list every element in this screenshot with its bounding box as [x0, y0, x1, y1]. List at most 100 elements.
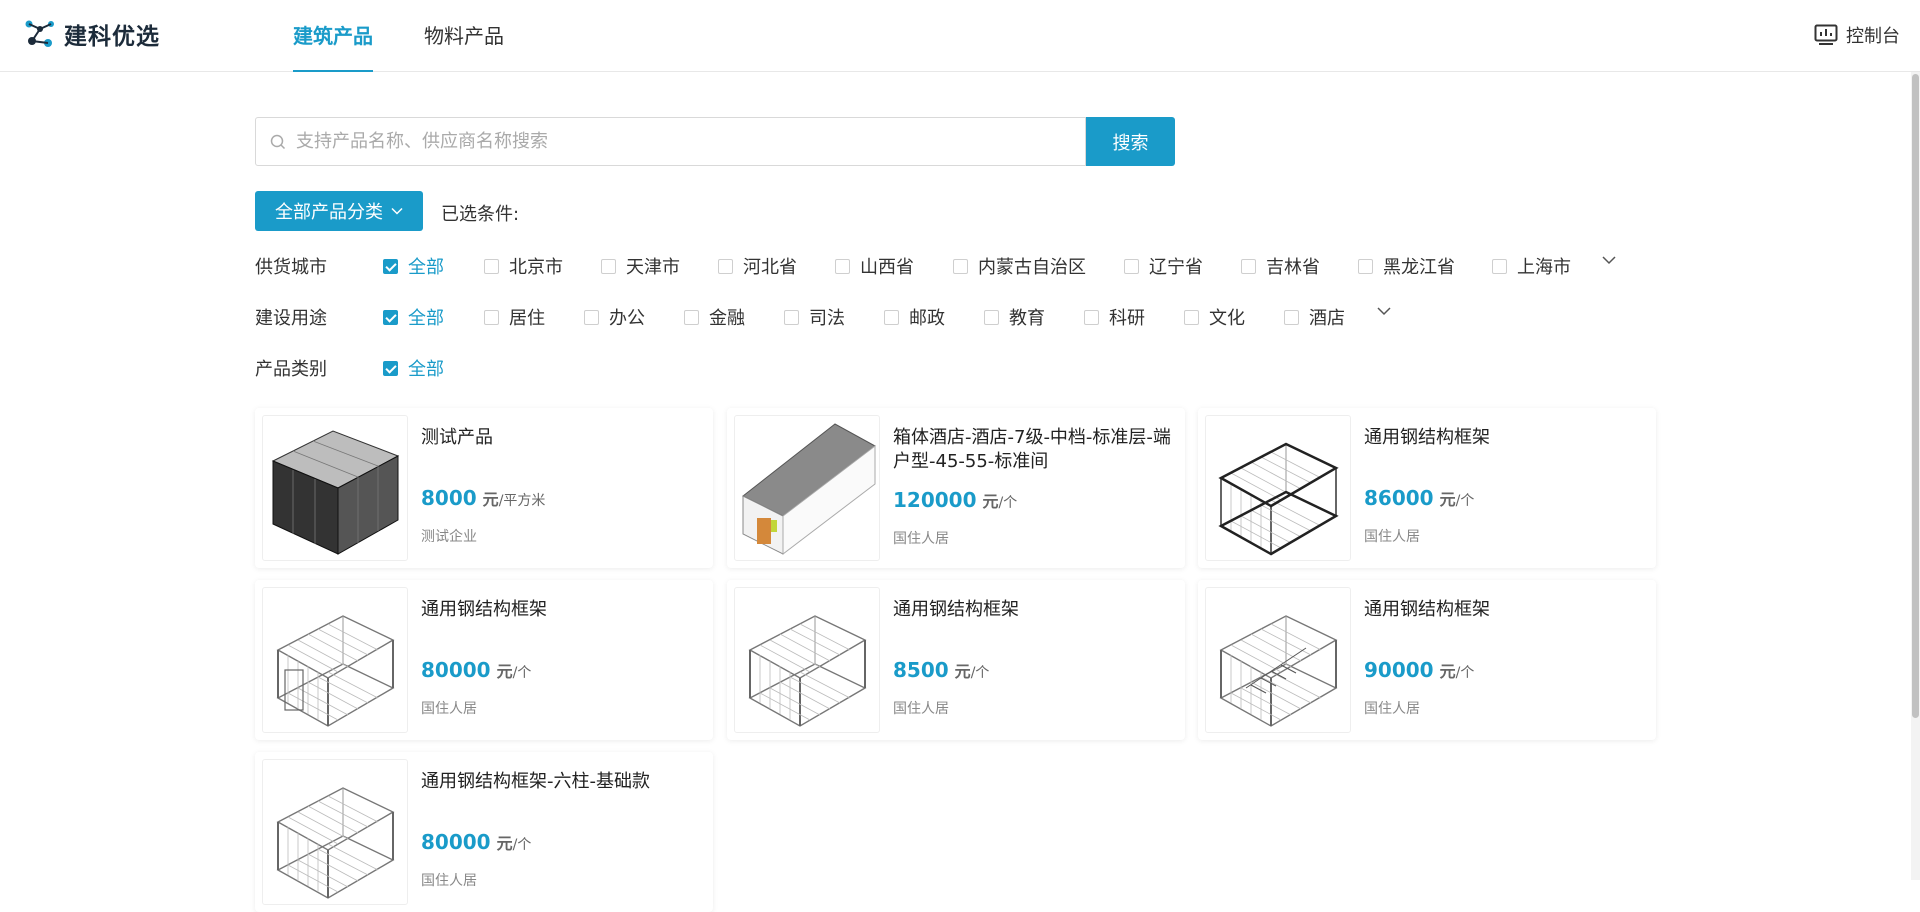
- category-option-all[interactable]: 全部: [383, 355, 444, 381]
- city-option-shanxi[interactable]: 山西省: [835, 253, 914, 279]
- usage-option-research[interactable]: 科研: [1084, 304, 1145, 330]
- search-input[interactable]: [296, 131, 1056, 152]
- product-thumbnail[interactable]: [734, 587, 880, 733]
- checkbox[interactable]: [584, 309, 599, 325]
- product-title[interactable]: 通用钢结构框架: [893, 598, 1173, 622]
- city-option-beijing[interactable]: 北京市: [484, 253, 563, 279]
- checkbox[interactable]: [784, 309, 799, 325]
- city-option-liaoning[interactable]: 辽宁省: [1124, 253, 1203, 279]
- checkbox[interactable]: [1284, 309, 1299, 325]
- product-thumbnail[interactable]: [262, 587, 408, 733]
- product-thumbnail[interactable]: [262, 415, 408, 561]
- price-line: 8000 元/平方米: [421, 486, 545, 510]
- checkbox[interactable]: [953, 258, 968, 274]
- usage-option-hotel[interactable]: 酒店: [1284, 304, 1345, 330]
- product-card[interactable]: 通用钢结构框架-六柱-基础款 80000 元/个 国住人居: [255, 752, 713, 912]
- city-option-jilin[interactable]: 吉林省: [1241, 253, 1320, 279]
- scrollbar-thumb[interactable]: [1912, 74, 1919, 718]
- product-title[interactable]: 测试产品: [421, 426, 701, 450]
- currency: 元: [1439, 662, 1456, 681]
- product-card[interactable]: 通用钢结构框架 90000 元/个 国住人居: [1198, 580, 1656, 740]
- checkbox[interactable]: [383, 360, 398, 376]
- usage-option-residential[interactable]: 居住: [484, 304, 545, 330]
- option-label: 全部: [408, 257, 444, 278]
- product-title[interactable]: 通用钢结构框架: [1364, 598, 1644, 622]
- option-label: 科研: [1109, 308, 1145, 329]
- product-thumbnail[interactable]: [1205, 587, 1351, 733]
- product-title[interactable]: 箱体酒店-酒店-7级-中档-标准层-端户型-45-55-标准间: [893, 426, 1173, 474]
- checkbox[interactable]: [684, 309, 699, 325]
- product-title[interactable]: 通用钢结构框架: [1364, 426, 1644, 450]
- price-unit: 元/平方米: [483, 486, 546, 510]
- chevron-down-icon[interactable]: [1377, 306, 1391, 316]
- price-line: 90000 元/个: [1364, 658, 1474, 682]
- product-card[interactable]: 通用钢结构框架 8500 元/个 国住人居: [727, 580, 1185, 740]
- checkbox[interactable]: [1184, 309, 1199, 325]
- option-label: 居住: [509, 308, 545, 329]
- checkbox[interactable]: [484, 258, 499, 274]
- product-thumbnail[interactable]: [734, 415, 880, 561]
- usage-option-education[interactable]: 教育: [984, 304, 1045, 330]
- option-label: 金融: [709, 308, 745, 329]
- product-card[interactable]: 箱体酒店-酒店-7级-中档-标准层-端户型-45-55-标准间 120000 元…: [727, 408, 1185, 568]
- price-line: 86000 元/个: [1364, 486, 1474, 510]
- option-label: 黑龙江省: [1383, 257, 1455, 278]
- city-option-inner-mongolia[interactable]: 内蒙古自治区: [953, 253, 1086, 279]
- option-label: 辽宁省: [1149, 257, 1203, 278]
- checkbox[interactable]: [1492, 258, 1507, 274]
- checkbox[interactable]: [1241, 258, 1256, 274]
- option-label: 教育: [1009, 308, 1045, 329]
- city-option-heilongjiang[interactable]: 黑龙江省: [1358, 253, 1455, 279]
- product-card[interactable]: 通用钢结构框架 86000 元/个 国住人居: [1198, 408, 1656, 568]
- usage-option-all[interactable]: 全部: [383, 304, 444, 330]
- checkbox[interactable]: [835, 258, 850, 274]
- city-option-all[interactable]: 全部: [383, 253, 444, 279]
- checkbox[interactable]: [1084, 309, 1099, 325]
- search-button[interactable]: 搜索: [1086, 117, 1175, 166]
- usage-option-office[interactable]: 办公: [584, 304, 645, 330]
- chevron-down-icon[interactable]: [1602, 255, 1616, 265]
- city-option-shanghai[interactable]: 上海市: [1492, 253, 1571, 279]
- product-supplier: 国住人居: [893, 701, 949, 717]
- checkbox[interactable]: [1124, 258, 1139, 274]
- steel-frame-icon: [277, 787, 394, 899]
- page-scrollbar[interactable]: [1911, 72, 1920, 880]
- product-supplier: 国住人居: [421, 701, 477, 717]
- product-supplier: 测试企业: [421, 529, 477, 545]
- logo[interactable]: 建科优选: [24, 18, 160, 50]
- search-box[interactable]: [255, 117, 1086, 166]
- container-room-icon: [742, 423, 876, 556]
- price-unit: 元/个: [1440, 658, 1475, 682]
- currency: 元: [496, 662, 513, 681]
- checkbox[interactable]: [601, 258, 616, 274]
- city-option-tianjin[interactable]: 天津市: [601, 253, 680, 279]
- usage-option-postal[interactable]: 邮政: [884, 304, 945, 330]
- city-option-hebei[interactable]: 河北省: [718, 253, 797, 279]
- option-label: 办公: [609, 308, 645, 329]
- checkbox[interactable]: [383, 309, 398, 325]
- tab-material-products[interactable]: 物料产品: [424, 0, 504, 72]
- console-link[interactable]: 控制台: [1814, 22, 1900, 48]
- option-label: 内蒙古自治区: [978, 257, 1086, 278]
- checkbox[interactable]: [1358, 258, 1373, 274]
- product-card[interactable]: 通用钢结构框架 80000 元/个 国住人居: [255, 580, 713, 740]
- unit-sub: /个: [512, 837, 532, 853]
- tab-building-products[interactable]: 建筑产品: [293, 0, 373, 72]
- usage-option-finance[interactable]: 金融: [684, 304, 745, 330]
- product-thumbnail[interactable]: [1205, 415, 1351, 561]
- checkbox[interactable]: [383, 258, 398, 274]
- stair-frame-icon: [1220, 615, 1337, 727]
- currency: 元: [954, 662, 971, 681]
- checkbox[interactable]: [984, 309, 999, 325]
- all-categories-button[interactable]: 全部产品分类: [255, 191, 423, 231]
- checkbox[interactable]: [884, 309, 899, 325]
- checkbox[interactable]: [718, 258, 733, 274]
- option-label: 文化: [1209, 308, 1245, 329]
- usage-option-judicial[interactable]: 司法: [784, 304, 845, 330]
- checkbox[interactable]: [484, 309, 499, 325]
- product-title[interactable]: 通用钢结构框架: [421, 598, 701, 622]
- product-title[interactable]: 通用钢结构框架-六柱-基础款: [421, 770, 701, 794]
- product-thumbnail[interactable]: [262, 759, 408, 905]
- product-card[interactable]: 测试产品 8000 元/平方米 测试企业: [255, 408, 713, 568]
- usage-option-culture[interactable]: 文化: [1184, 304, 1245, 330]
